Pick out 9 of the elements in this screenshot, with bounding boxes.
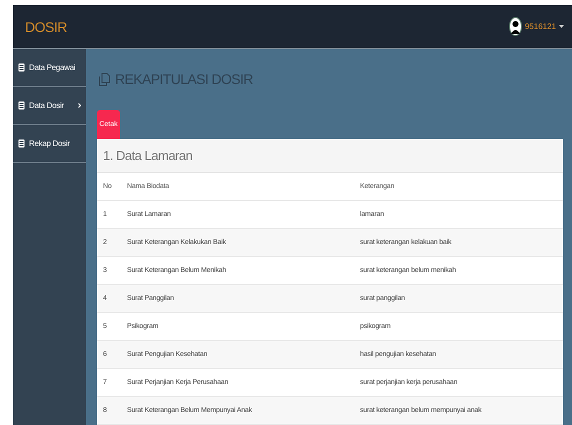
brand-logo[interactable]: DOSIR: [25, 18, 67, 34]
document-icon: [18, 101, 25, 110]
section-title: 1. Data Lamaran: [103, 148, 192, 163]
caret-icon[interactable]: [559, 24, 564, 28]
user-name[interactable]: 9516121: [524, 22, 556, 31]
copy-icon: [99, 72, 110, 86]
user-avatar-icon[interactable]: [508, 17, 522, 36]
document-icon: [18, 63, 25, 72]
document-icon: [18, 139, 25, 148]
